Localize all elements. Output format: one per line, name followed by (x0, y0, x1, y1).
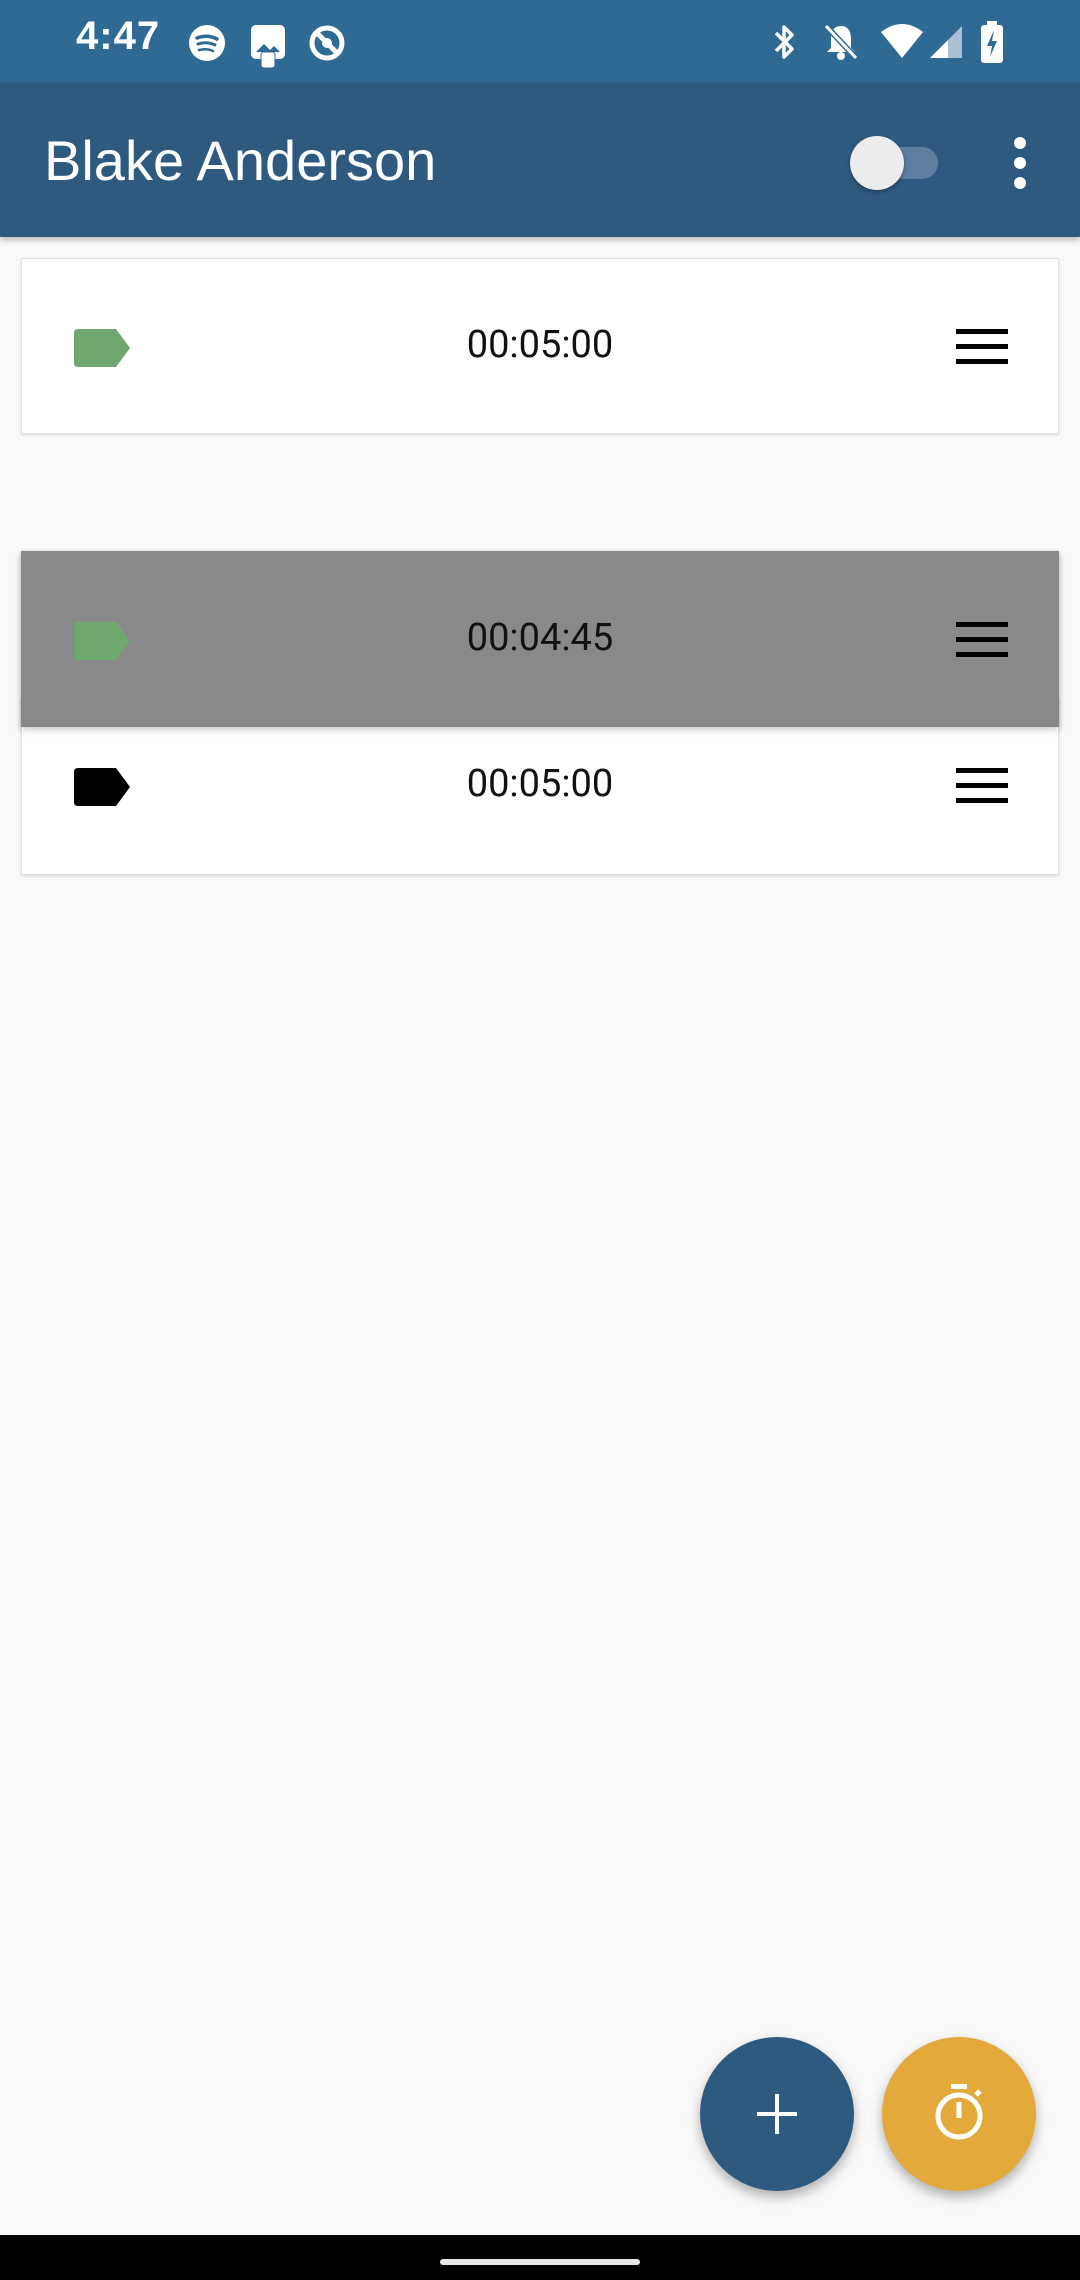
wifi-icon (881, 24, 923, 58)
plus-icon (757, 2094, 797, 2134)
add-timer-button[interactable] (700, 2037, 854, 2191)
more-vert-icon[interactable] (1000, 133, 1040, 193)
menu-dot (1014, 137, 1026, 149)
drag-handle-icon[interactable] (956, 768, 1008, 804)
status-bar: 4:47 (0, 0, 1080, 83)
notifications-off-icon (823, 23, 859, 61)
drag-handle-icon[interactable] (956, 622, 1008, 658)
bluetooth-icon (774, 25, 794, 59)
home-gesture-handle[interactable] (440, 2259, 640, 2265)
timer-value[interactable]: 00:05:00 (22, 762, 1058, 806)
stopwatch-icon (935, 2084, 983, 2140)
menu-dot (1014, 157, 1026, 169)
app-bar: Blake Anderson (0, 83, 1080, 237)
status-time: 4:47 (76, 14, 161, 58)
timer-value[interactable]: 00:04:45 (22, 616, 1058, 660)
profile-toggle[interactable] (850, 133, 940, 190)
image-notification-icon (251, 25, 285, 69)
stopwatch-button[interactable] (882, 2037, 1036, 2191)
timer-row-dragging[interactable]: 00:04:45 (21, 551, 1059, 727)
signal-icon (930, 26, 962, 58)
battery-charging-icon (981, 21, 1003, 63)
menu-dot (1014, 177, 1026, 189)
navigation-bar (0, 2235, 1080, 2280)
timer-value[interactable]: 00:05:00 (22, 323, 1058, 367)
timer-row[interactable]: 00:05:00 (21, 258, 1059, 434)
page-title: Blake Anderson (44, 129, 437, 192)
toggle-thumb (850, 136, 904, 190)
spotify-icon (189, 25, 225, 61)
drag-handle-icon[interactable] (956, 329, 1008, 365)
circle-slash-icon (309, 25, 345, 61)
